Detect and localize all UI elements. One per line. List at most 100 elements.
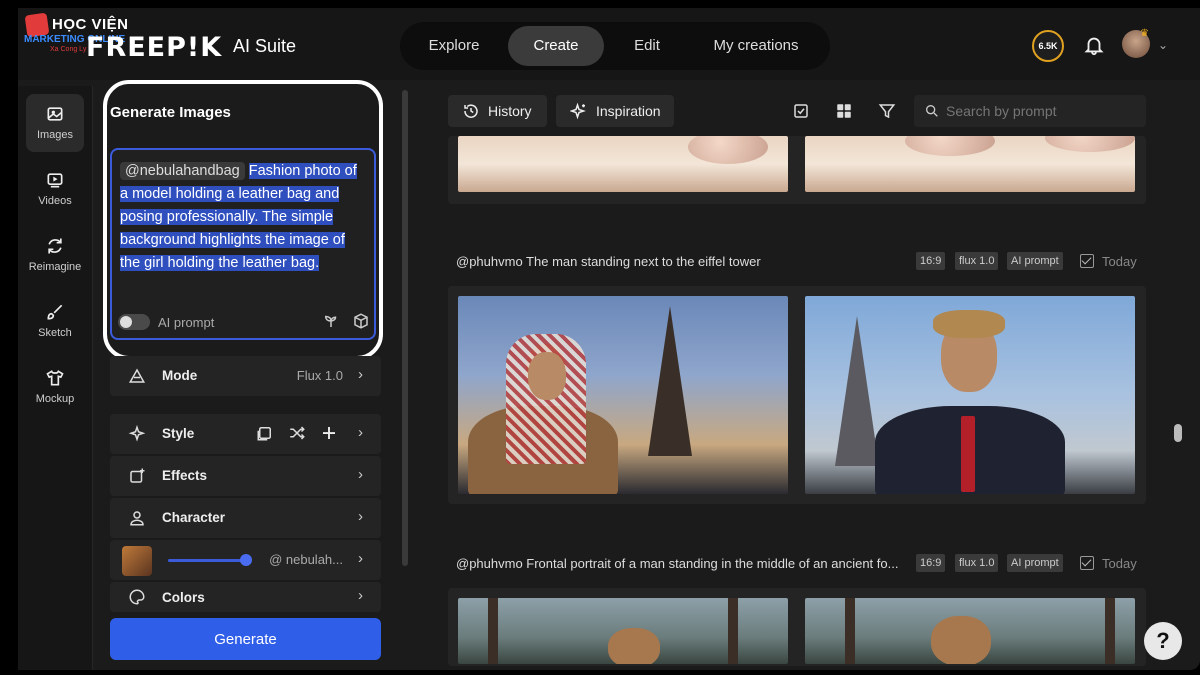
page-scrollbar-thumb[interactable] bbox=[1174, 424, 1182, 442]
nav-create[interactable]: Create bbox=[508, 26, 604, 66]
gallery-image[interactable] bbox=[805, 296, 1135, 494]
inspiration-label: Inspiration bbox=[596, 103, 661, 119]
character-label: Character bbox=[162, 510, 226, 525]
rail-item-videos[interactable]: Videos bbox=[26, 160, 84, 218]
refresh-icon bbox=[48, 238, 62, 254]
mode-row[interactable]: Mode Flux 1.0 › bbox=[110, 356, 381, 396]
watermark-line3: Xa Cong Ly bbox=[50, 46, 87, 53]
chevron-right-icon: › bbox=[358, 424, 363, 441]
nav-my-creations[interactable]: My creations bbox=[690, 26, 822, 66]
chevron-right-icon: › bbox=[358, 466, 363, 483]
gallery-icon[interactable] bbox=[256, 424, 274, 442]
gallery-date: Today bbox=[1102, 254, 1137, 269]
main-nav: Explore Create Edit My creations bbox=[400, 22, 830, 70]
tree-shape bbox=[845, 598, 855, 664]
tag-model: flux 1.0 bbox=[955, 554, 999, 572]
tree-shape bbox=[728, 598, 738, 664]
character-thumbnail bbox=[122, 546, 152, 576]
character-strength-row[interactable]: @ nebulah... › bbox=[110, 540, 381, 580]
colors-row[interactable]: Colors › bbox=[110, 582, 381, 612]
mode-label: Mode bbox=[162, 368, 198, 383]
search-icon bbox=[926, 105, 938, 117]
gallery-image[interactable] bbox=[458, 296, 788, 494]
tag-model: flux 1.0 bbox=[955, 252, 999, 270]
style-row[interactable]: Style › bbox=[110, 414, 381, 454]
history-icon bbox=[464, 104, 478, 118]
rail-label-reimagine: Reimagine bbox=[28, 261, 82, 273]
tree-shape bbox=[488, 598, 498, 664]
highlight-circle bbox=[103, 80, 383, 360]
brush-icon bbox=[47, 304, 63, 320]
watermark-line1: HỌC VIỆN bbox=[52, 16, 129, 33]
gallery-caption: @phuhvmo Frontal portrait of a man stand… bbox=[456, 556, 899, 571]
nav-explore[interactable]: Explore bbox=[408, 26, 500, 66]
credits-badge[interactable]: 6.5K bbox=[1032, 30, 1064, 62]
rail-label-images: Images bbox=[36, 129, 74, 141]
brand-suite-label: AI Suite bbox=[233, 36, 297, 56]
head-shape bbox=[608, 628, 660, 664]
sparkles-icon bbox=[570, 102, 586, 120]
left-rail: Images Videos Reimagine Sketch Mockup bbox=[18, 86, 93, 670]
gallery-image[interactable] bbox=[805, 136, 1135, 192]
gallery-caption: @phuhvmo The man standing next to the ei… bbox=[456, 254, 761, 269]
grid-icon[interactable] bbox=[835, 102, 853, 120]
gallery-date: Today bbox=[1102, 556, 1137, 571]
crown-icon: ♛ bbox=[1140, 28, 1149, 39]
history-button[interactable]: History bbox=[448, 95, 547, 127]
rail-item-reimagine[interactable]: Reimagine bbox=[26, 226, 84, 284]
search-input[interactable] bbox=[914, 95, 1146, 127]
checkbox-icon[interactable] bbox=[792, 102, 810, 120]
select-checkbox[interactable] bbox=[1080, 556, 1094, 570]
rail-label-videos: Videos bbox=[38, 195, 72, 207]
pebble-shape bbox=[1045, 136, 1135, 152]
palette-icon bbox=[129, 589, 145, 605]
images-icon bbox=[47, 107, 63, 121]
style-actions bbox=[256, 424, 346, 444]
tag-ratio: 16:9 bbox=[916, 554, 946, 572]
filter-icon[interactable] bbox=[878, 102, 896, 120]
help-button[interactable]: ? bbox=[1144, 622, 1182, 660]
eiffel-tower-shape bbox=[648, 306, 692, 456]
character-strength-slider[interactable] bbox=[168, 559, 246, 562]
rail-item-images[interactable]: Images bbox=[26, 94, 84, 152]
person-icon bbox=[130, 511, 144, 526]
slider-handle[interactable] bbox=[240, 554, 252, 566]
tie-shape bbox=[961, 416, 975, 492]
inspiration-button[interactable]: Inspiration bbox=[556, 95, 674, 127]
chevron-down-icon[interactable]: ⌄ bbox=[1158, 38, 1168, 52]
gallery-image[interactable] bbox=[805, 598, 1135, 664]
history-label: History bbox=[488, 103, 532, 119]
pebble-shape bbox=[905, 136, 995, 156]
rail-item-mockup[interactable]: Mockup bbox=[26, 358, 84, 416]
hair-shape bbox=[933, 310, 1005, 338]
effects-label: Effects bbox=[162, 468, 208, 483]
nav-edit[interactable]: Edit bbox=[612, 26, 682, 66]
panel-scrollbar[interactable] bbox=[402, 90, 408, 566]
gallery-image[interactable] bbox=[458, 136, 788, 192]
character-row[interactable]: Character › bbox=[110, 498, 381, 538]
mode-value: Flux 1.0 bbox=[296, 368, 343, 383]
effects-icon bbox=[130, 468, 145, 483]
effects-row[interactable]: Effects › bbox=[110, 456, 381, 496]
bell-icon[interactable] bbox=[1083, 33, 1105, 57]
style-label: Style bbox=[162, 426, 195, 441]
pebble-shape bbox=[688, 136, 768, 164]
colors-label: Colors bbox=[162, 590, 205, 605]
select-checkbox[interactable] bbox=[1080, 254, 1094, 268]
tree-shape bbox=[1105, 598, 1115, 664]
rail-label-sketch: Sketch bbox=[38, 327, 72, 339]
generate-button[interactable]: Generate bbox=[110, 618, 381, 660]
chevron-right-icon: › bbox=[358, 508, 363, 525]
tag-ai-prompt: AI prompt bbox=[1007, 554, 1063, 572]
chevron-right-icon: › bbox=[358, 587, 363, 604]
shirt-icon bbox=[46, 370, 64, 386]
shuffle-icon[interactable] bbox=[288, 424, 306, 442]
chevron-right-icon: › bbox=[358, 550, 363, 567]
rail-label-mockup: Mockup bbox=[35, 393, 75, 405]
brand-logo[interactable]: FREEP!K bbox=[86, 32, 222, 63]
tag-ratio: 16:9 bbox=[916, 252, 946, 270]
face-shape bbox=[528, 352, 566, 400]
plus-icon[interactable] bbox=[320, 424, 338, 442]
gallery-image[interactable] bbox=[458, 598, 788, 664]
rail-item-sketch[interactable]: Sketch bbox=[26, 292, 84, 350]
